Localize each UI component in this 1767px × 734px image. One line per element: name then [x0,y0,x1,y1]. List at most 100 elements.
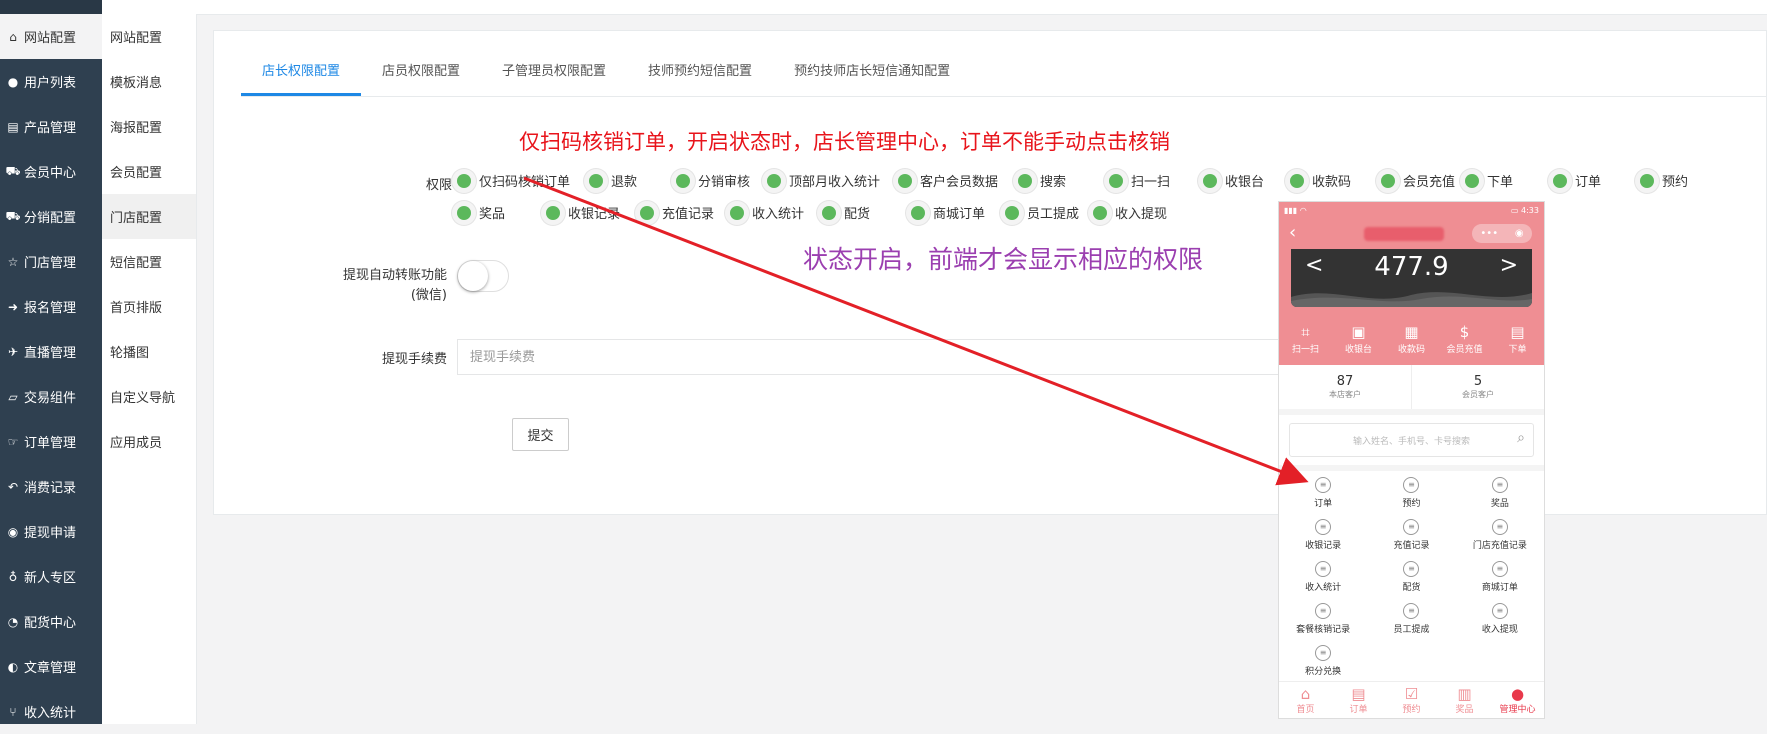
sidebar-item-3[interactable]: ⛟ 会员中心 [0,149,102,194]
phone-tab-1[interactable]: ▤ 订单 [1332,682,1385,718]
quick-action-0[interactable]: ⌗ 扫一扫 [1279,312,1332,365]
more-dots-icon[interactable]: ••• [1480,228,1498,239]
grid-item-5[interactable]: ≡ 门店充值记录 [1456,519,1544,557]
grid-item-11[interactable]: ≡ 收入提现 [1456,603,1544,641]
subnav-item-7[interactable]: 轮播图 [102,329,196,374]
subnav-item-5[interactable]: 短信配置 [102,239,196,284]
auto-transfer-toggle[interactable] [457,260,509,292]
permission-toggle[interactable] [640,205,654,220]
sidebar-item-14[interactable]: ◐ 文章管理 [0,644,102,689]
subnav-item-6[interactable]: 首页排版 [102,284,196,329]
permission-toggle[interactable] [589,173,603,188]
grid-item-3[interactable]: ≡ 收银记录 [1279,519,1367,557]
phone-search-box[interactable]: 输入姓名、手机号、卡号搜索 ⌕ [1289,423,1534,457]
subnav-item-8[interactable]: 自定义导航 [102,374,196,419]
phone-preview: ▮▮▮ ◠ ▭ 4:33 ‹ ••• ◉ < 477.9 > ⌗ 扫一扫 ▣ 收银台 ▦ 收款… [1278,201,1545,719]
permission-toggle[interactable] [1203,173,1217,188]
permission-toggle[interactable] [911,205,925,220]
quick-action-3[interactable]: $ 会员充值 [1438,312,1491,365]
cashier-icon: ▣ [1351,323,1366,341]
permission-toggle[interactable] [1109,173,1123,188]
grid-item-icon: ≡ [1491,519,1508,535]
sidebar-item-9[interactable]: ☞ 订单管理 [0,419,102,464]
permission-toggle[interactable] [546,205,560,220]
next-arrow-icon[interactable]: > [1500,253,1518,278]
sidebar-item-15[interactable]: ⑂ 收入统计 [0,689,102,734]
permission-5: 搜索 [1018,171,1066,190]
grid-item-icon: ≡ [1403,603,1420,619]
sidebar-item-1[interactable]: ● 用户列表 [0,59,102,104]
miniprogram-capsule[interactable]: ••• ◉ [1472,224,1532,243]
sidebar-item-label: 收入统计 [24,706,77,721]
phone-tab-4[interactable]: ● 管理中心 [1491,682,1544,718]
star-icon: ☆ [7,254,19,269]
subnav-item-4[interactable]: 门店配置 [102,194,196,239]
permission-toggle[interactable] [767,173,781,188]
permission-toggle[interactable] [1005,205,1019,220]
sidebar-item-11[interactable]: ◉ 提现申请 [0,509,102,554]
permission-toggle[interactable] [730,205,744,220]
sidebar-item-10[interactable]: ↶ 消费记录 [0,464,102,509]
grid-item-12[interactable]: ≡ 积分兑换 [1279,645,1367,683]
subnav-item-2[interactable]: 海报配置 [102,104,196,149]
sidebar-item-5[interactable]: ☆ 门店管理 [0,239,102,284]
permission-toggle[interactable] [457,173,471,188]
submit-button[interactable]: 提交 [512,418,569,451]
grid-item-0[interactable]: ≡ 订单 [1279,477,1367,515]
tab-1[interactable]: 店员权限配置 [361,49,481,96]
permission-4: 客户会员数据 [898,171,998,190]
grid-item-2[interactable]: ≡ 奖品 [1456,477,1544,515]
fee-label: 提现手续费 [381,352,447,367]
sidebar-item-4[interactable]: ⛟ 分销配置 [0,194,102,239]
stat-value: 87 [1336,374,1354,389]
permission-toggle[interactable] [1553,173,1567,188]
subnav-item-0[interactable]: 网站配置 [102,14,196,59]
sidebar-item-12[interactable]: ♁ 新人专区 [0,554,102,599]
permission-toggle[interactable] [1381,173,1395,188]
quick-action-4[interactable]: ▤ 下单 [1491,312,1544,365]
sidebar-item-13[interactable]: ◔ 配货中心 [0,599,102,644]
sidebar-item-2[interactable]: ▤ 产品管理 [0,104,102,149]
permission-toggle[interactable] [1290,173,1304,188]
sidebar-item-6[interactable]: ➜ 报名管理 [0,284,102,329]
adjust-icon: ◐ [7,659,19,674]
tab-4[interactable]: 预约技师店长短信通知配置 [773,49,971,96]
search-icon[interactable]: ⌕ [1517,430,1525,446]
tab-3[interactable]: 技师预约短信配置 [627,49,773,96]
sidebar-item-0[interactable]: ⌂ 网站配置 [0,14,102,59]
subnav-item-9[interactable]: 应用成员 [102,419,196,464]
permission-toggle[interactable] [1640,173,1654,188]
permission-toggle[interactable] [898,173,912,188]
grid-item-8[interactable]: ≡ 商城订单 [1456,561,1544,599]
permission-toggle[interactable] [1018,173,1032,188]
sidebar-item-7[interactable]: ✈ 直播管理 [0,329,102,374]
grid-item-9[interactable]: ≡ 套餐核销记录 [1279,603,1367,641]
grid-item-6[interactable]: ≡ 收入统计 [1279,561,1367,599]
sidebar-item-8[interactable]: ▱ 交易组件 [0,374,102,419]
phone-tab-2[interactable]: ☑ 预约 [1385,682,1438,718]
quick-action-1[interactable]: ▣ 收银台 [1332,312,1385,365]
grid-item-1[interactable]: ≡ 预约 [1367,477,1455,515]
permission-toggle[interactable] [676,173,690,188]
fee-input[interactable] [457,339,1287,375]
grid-item-4[interactable]: ≡ 充值记录 [1367,519,1455,557]
subnav-item-3[interactable]: 会员配置 [102,149,196,194]
permission-toggle[interactable] [822,205,836,220]
tab-2[interactable]: 子管理员权限配置 [481,49,627,96]
tab-0[interactable]: 店长权限配置 [241,49,362,96]
permission-toggle[interactable] [1465,173,1479,188]
quick-action-2[interactable]: ▦ 收款码 [1385,312,1438,365]
permission-toggle[interactable] [457,205,471,220]
sidebar-item-label: 提现申请 [24,526,77,541]
recharge-icon: $ [1459,323,1470,341]
permission-toggle[interactable] [1093,205,1107,220]
grid-item-7[interactable]: ≡ 配货 [1367,561,1455,599]
back-arrow-icon[interactable]: ‹ [1289,222,1296,243]
phone-tab-0[interactable]: ⌂ 首页 [1279,682,1332,718]
phone-status-bar: ▮▮▮ ◠ ▭ 4:33 [1279,202,1544,218]
phone-tab-3[interactable]: ▥ 奖品 [1438,682,1491,718]
permission-14: 收银记录 [546,203,620,222]
close-circle-icon[interactable]: ◉ [1515,228,1524,239]
subnav-item-1[interactable]: 模板消息 [102,59,196,104]
grid-item-10[interactable]: ≡ 员工提成 [1367,603,1455,641]
